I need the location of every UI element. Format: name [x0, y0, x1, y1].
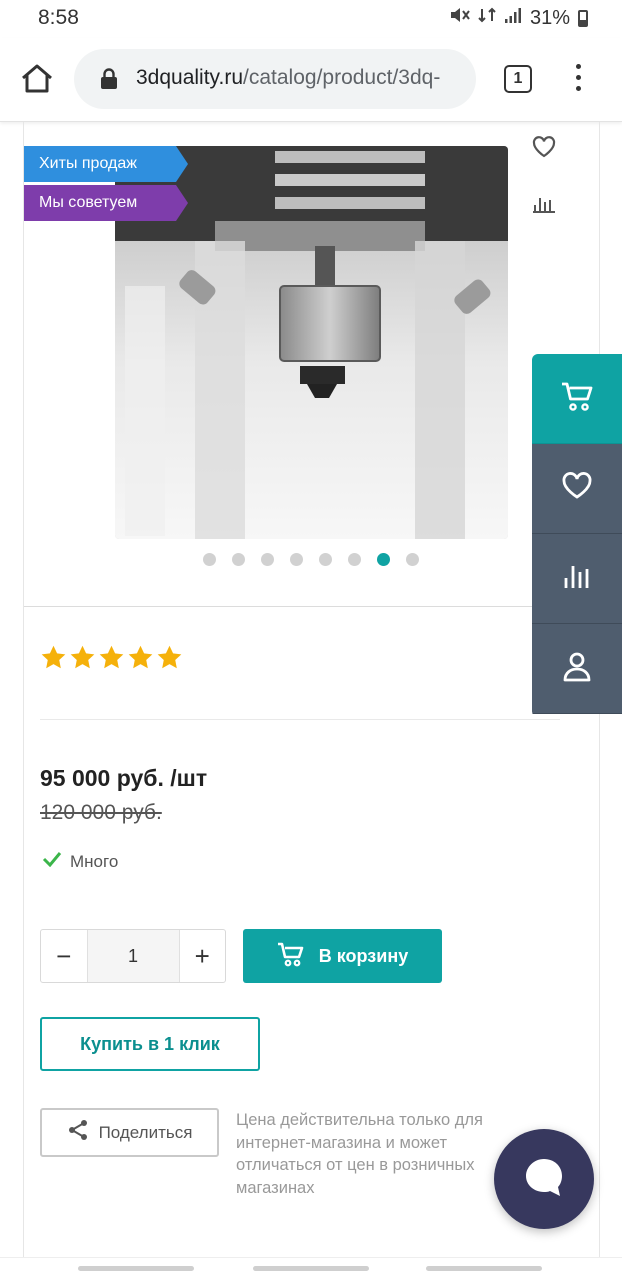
stock-status: Много [42, 851, 118, 872]
chat-bubble-icon [522, 1155, 566, 1204]
url-path: /catalog/product/3dq- [243, 66, 441, 89]
quantity-stepper: − 1 + [40, 929, 226, 983]
share-icon [67, 1119, 89, 1146]
add-to-cart-button[interactable]: В корзину [243, 929, 442, 983]
star-icon [157, 645, 182, 669]
panel-cart-button[interactable] [532, 354, 622, 444]
home-icon[interactable] [18, 60, 56, 98]
cart-icon [277, 941, 305, 972]
compare-icon[interactable] [530, 190, 558, 218]
battery-icon [578, 9, 588, 27]
user-icon [560, 649, 594, 688]
check-icon [42, 851, 62, 872]
badge-bestseller: Хиты продаж [24, 146, 188, 182]
star-icon [99, 645, 124, 669]
share-label: Поделиться [98, 1122, 193, 1142]
heart-icon [560, 470, 594, 507]
home-button[interactable] [253, 1266, 369, 1271]
gallery-dot[interactable] [290, 553, 303, 566]
stock-label: Много [70, 851, 119, 871]
network-icon [478, 6, 496, 30]
gallery-dot[interactable] [319, 553, 332, 566]
tab-switcher-button[interactable]: 1 [504, 65, 532, 93]
buy-one-click-button[interactable]: Купить в 1 клик [40, 1017, 260, 1071]
back-button[interactable] [426, 1266, 542, 1271]
gallery-dot[interactable] [203, 553, 216, 566]
quantity-input[interactable]: 1 [86, 930, 180, 982]
floating-side-panel [532, 354, 622, 717]
panel-compare-button[interactable] [532, 534, 622, 624]
gallery-dot[interactable] [348, 553, 361, 566]
compare-icon [560, 560, 594, 597]
badge-recommended: Мы советуем [24, 185, 188, 221]
gallery-dot[interactable] [261, 553, 274, 566]
gallery-dots [203, 553, 419, 566]
url-domain: 3dquality.ru [136, 66, 244, 89]
recent-apps-button[interactable] [78, 1266, 194, 1271]
gallery-dot[interactable] [232, 553, 245, 566]
divider [40, 719, 560, 720]
add-to-cart-label: В корзину [318, 945, 409, 966]
quantity-plus-button[interactable]: + [180, 930, 226, 982]
rating-stars [40, 644, 183, 671]
battery-percent: 31% [529, 6, 570, 29]
cart-icon [560, 380, 594, 417]
product-price: 95 000 руб. /шт [40, 765, 208, 791]
browser-toolbar: 3dquality.ru/catalog/product/3dq- 1 [0, 38, 622, 122]
address-bar[interactable]: 3dquality.ru/catalog/product/3dq- [74, 49, 476, 109]
price-disclaimer: Цена действительна только для интернет-м… [236, 1111, 483, 1197]
star-icon [128, 645, 153, 669]
mute-icon [450, 6, 470, 30]
share-button[interactable]: Поделиться [40, 1108, 219, 1157]
quantity-minus-button[interactable]: − [41, 930, 87, 982]
panel-account-button[interactable] [532, 624, 622, 714]
status-bar: 8:58 31% [0, 0, 622, 38]
star-icon [41, 645, 66, 669]
status-time: 8:58 [38, 6, 79, 29]
panel-wishlist-button[interactable] [532, 444, 622, 534]
gallery-dot[interactable] [406, 553, 419, 566]
signal-icon [504, 6, 522, 30]
chat-widget-button[interactable] [494, 1129, 594, 1229]
divider [24, 606, 532, 607]
heart-icon[interactable] [530, 133, 558, 161]
lock-icon [100, 68, 118, 90]
url-text: 3dquality.ru/catalog/product/3dq- [136, 66, 440, 90]
status-icons: 31% [450, 6, 588, 30]
menu-icon[interactable] [570, 64, 586, 96]
gallery-dot[interactable] [377, 553, 390, 566]
star-icon [70, 645, 95, 669]
old-price: 120 000 руб. [40, 801, 162, 824]
